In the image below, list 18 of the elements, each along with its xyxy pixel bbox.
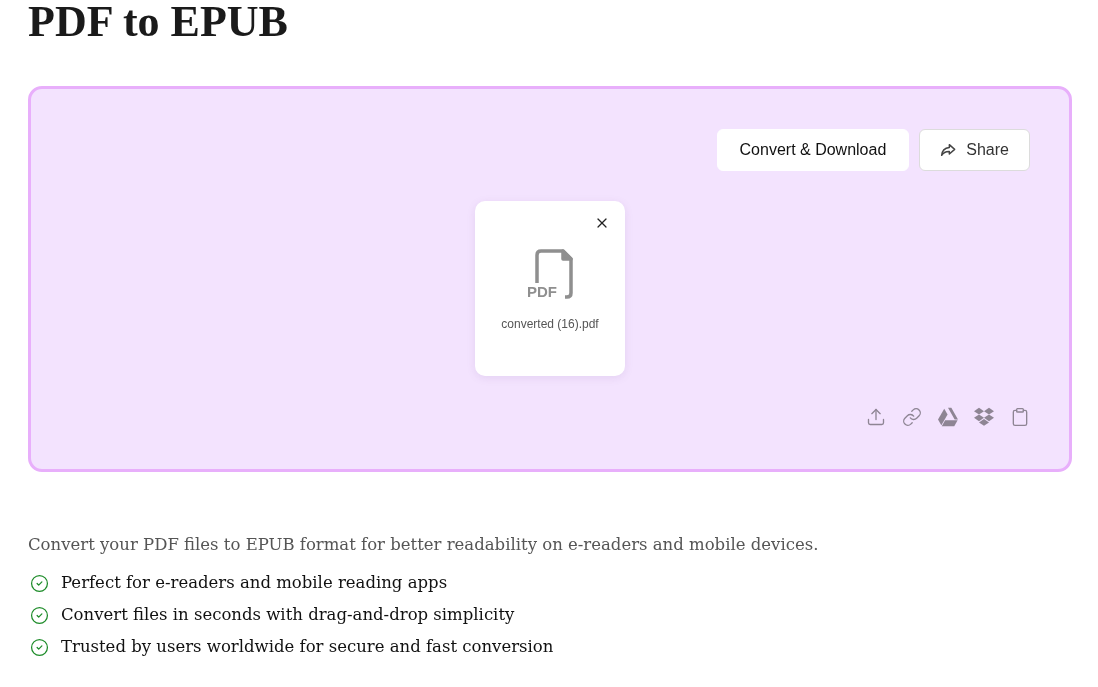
description-text: Convert your PDF files to EPUB format for better readability on e-readers and mobile devices.: [28, 534, 820, 556]
page-title: PDF to EPUB: [28, 0, 289, 44]
clipboard-icon[interactable]: [1010, 407, 1030, 427]
file-name: converted (16).pdf: [501, 317, 599, 331]
share-button[interactable]: Share: [919, 129, 1030, 171]
upload-icon[interactable]: [866, 407, 886, 427]
file-type-label: PDF: [527, 285, 559, 299]
feature-text: Perfect for e-readers and mobile reading apps: [61, 572, 448, 594]
share-icon: [940, 142, 957, 158]
check-circle-icon: [30, 637, 49, 657]
diamonds-logo-icon[interactable]: [974, 407, 994, 427]
check-circle-icon: [30, 605, 49, 625]
check-circle-icon: [30, 573, 49, 593]
feature-text: Convert files in seconds with drag-and-drop simplicity: [61, 604, 515, 626]
convert-download-button[interactable]: Convert & Download: [716, 129, 910, 171]
link-icon[interactable]: [902, 407, 922, 427]
feature-text: Trusted by users worldwide for secure and fast conversion: [61, 636, 554, 658]
triangle-logo-icon[interactable]: [938, 407, 958, 427]
